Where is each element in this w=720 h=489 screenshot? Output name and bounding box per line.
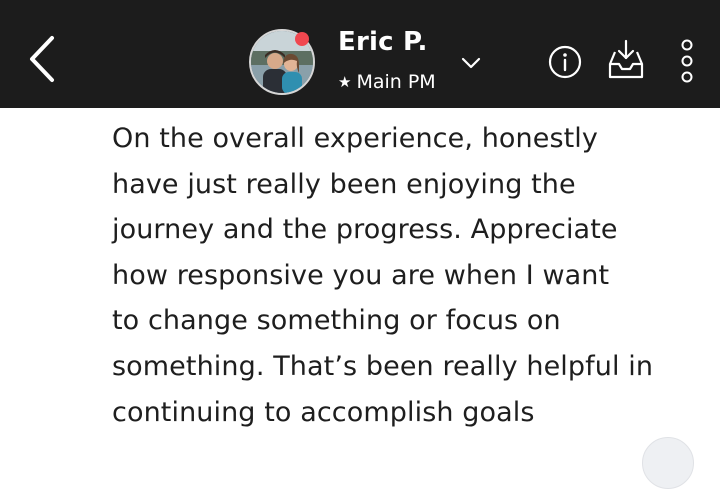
contact-role: ★ Main PM (338, 71, 436, 93)
contact-name[interactable]: Eric P. (338, 27, 428, 57)
message-line: On the overall experience, honestly (112, 123, 598, 154)
message-line: to change something or focus on (112, 305, 561, 337)
contact-avatar-wrap[interactable] (249, 29, 315, 95)
info-icon (548, 45, 582, 79)
message-text: On the overall experience, honestly have… (112, 116, 692, 435)
message-line: continuing to accomplish goals (112, 396, 535, 428)
chat-header: Eric P. ★ Main PM (0, 0, 720, 108)
star-icon: ★ (338, 73, 352, 91)
floating-action-button[interactable] (642, 437, 694, 489)
chevron-down-icon (461, 57, 481, 69)
inbox-download-icon (608, 39, 644, 79)
inbox-button[interactable] (604, 38, 648, 80)
back-button[interactable] (22, 34, 66, 84)
chevron-left-icon (30, 36, 54, 82)
more-vertical-icon (681, 39, 693, 83)
message-line: something. That’s been really helpful in (112, 350, 654, 382)
role-label: Main PM (356, 71, 436, 93)
more-options-button[interactable] (674, 37, 700, 85)
message-line: have just really been enjoying the (112, 168, 576, 200)
presence-dot (295, 32, 309, 46)
info-button[interactable] (548, 45, 582, 79)
message-line: how responsive you are when I want (112, 259, 610, 291)
contact-dropdown-toggle[interactable] (460, 55, 482, 69)
message-line: journey and the progress. Appreciate (112, 214, 618, 246)
